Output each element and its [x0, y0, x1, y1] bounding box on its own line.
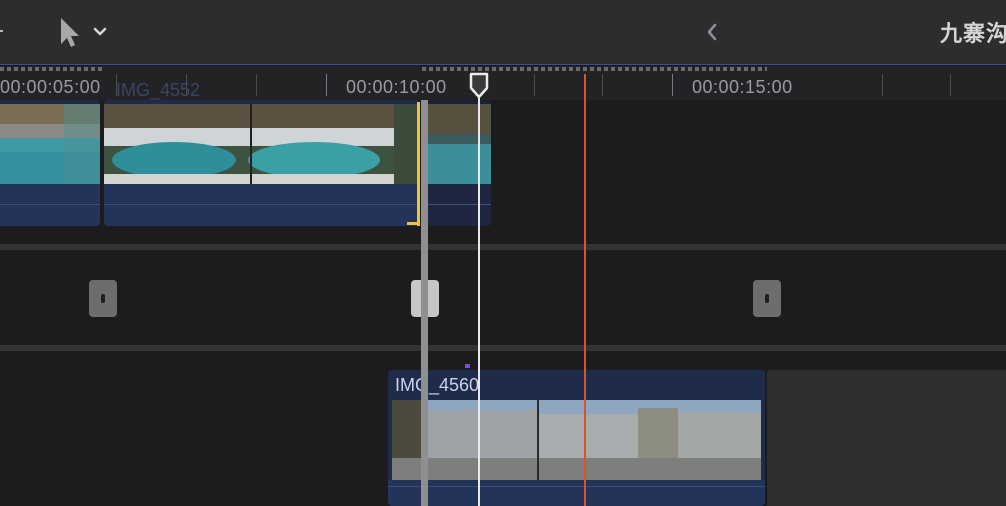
lane-divider: [0, 244, 1006, 250]
range-dots-right: [422, 67, 767, 71]
timeline-toolbar: 九寨沟: [0, 0, 1006, 62]
primary-storyline: IMG_4552: [0, 80, 1006, 246]
ruler-tick: [256, 74, 257, 96]
clip-title: IMG_4552: [116, 80, 201, 100]
lake-thumbnail: [104, 104, 420, 184]
timecode-label: 00:00:10:00: [346, 77, 447, 97]
clip-filmstrip: [104, 104, 420, 184]
gap-clip[interactable]: [767, 370, 1006, 506]
playhead[interactable]: [478, 74, 480, 506]
ruler-tick: [672, 74, 673, 96]
waterfall-thumbnail: [392, 400, 761, 480]
select-tool-button[interactable]: [58, 16, 118, 50]
chevron-down-icon[interactable]: [93, 27, 107, 36]
playhead-marker-icon[interactable]: [469, 72, 489, 100]
timecode-label: 00:00:05:00: [0, 77, 101, 97]
lake-thumbnail: [428, 104, 491, 184]
playhead-shadow: [421, 100, 428, 506]
video-clip-img-4560[interactable]: IMG_4560: [388, 370, 765, 506]
video-clip-left[interactable]: [0, 100, 100, 226]
toolbar-divider: [0, 30, 3, 32]
clip-footer: [428, 184, 491, 226]
chevron-left-icon[interactable]: [700, 18, 724, 46]
lake-thumbnail: [0, 104, 100, 184]
drag-handle[interactable]: [753, 280, 781, 317]
video-clip-right[interactable]: [428, 100, 491, 226]
ruler-tick: [950, 74, 951, 96]
clip-footer: [104, 184, 420, 226]
skimmer-line: [584, 74, 586, 506]
ruler-tick: [602, 74, 603, 96]
drag-handle[interactable]: [89, 280, 117, 317]
ruler-tick: [326, 74, 327, 96]
timecode-label: 00:00:15:00: [692, 77, 793, 97]
clip-filmstrip: [428, 104, 491, 184]
ruler-tick: [882, 74, 883, 96]
clip-filmstrip: [0, 104, 100, 184]
video-clip-img-4552[interactable]: [104, 100, 420, 226]
clip-title: IMG_4560: [395, 375, 480, 395]
clip-filmstrip: [392, 400, 761, 480]
range-dots-left: [0, 67, 104, 71]
arrow-pointer-icon: [61, 18, 79, 47]
project-title: 九寨沟: [940, 21, 1006, 46]
ruler-tick: [534, 74, 535, 96]
timeline-range-bar: [0, 64, 1006, 65]
marker-indicator: [465, 364, 470, 368]
trim-edge[interactable]: [417, 102, 420, 226]
transition-lane: [0, 252, 1006, 344]
clip-footer: [0, 184, 100, 226]
lane-divider: [0, 345, 1006, 351]
clip-footer: [388, 480, 765, 506]
trim-edge-corner: [407, 222, 419, 225]
